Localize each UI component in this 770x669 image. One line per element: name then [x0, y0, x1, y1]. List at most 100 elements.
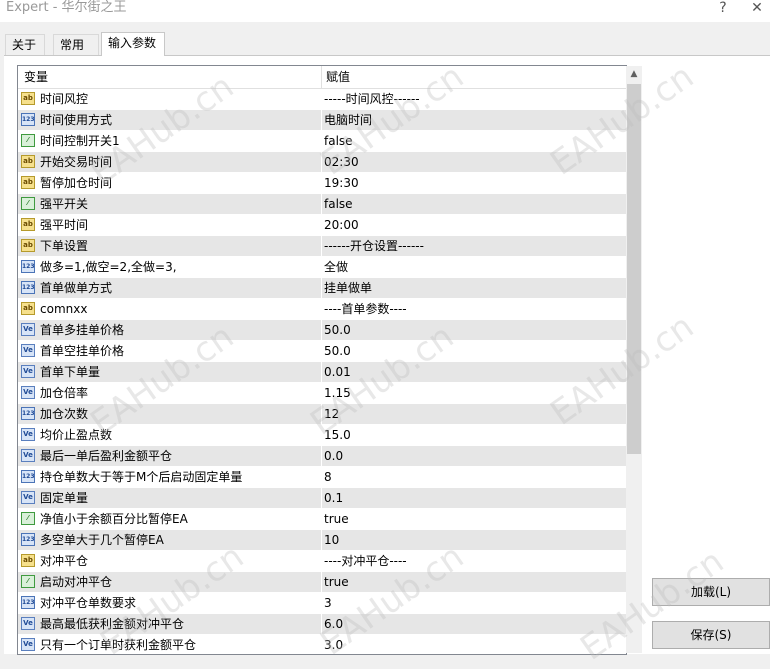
cell-divider: [321, 215, 322, 235]
string-type-icon: ab: [21, 554, 35, 567]
table-row[interactable]: ab 时间风控 -----时间风控------: [18, 89, 626, 110]
parameter-value[interactable]: 1.15: [324, 383, 351, 403]
table-row[interactable]: Ve 首单多挂单价格 50.0: [18, 320, 626, 341]
table-row[interactable]: Ve 只有一个订单时获利金额平仓 3.0: [18, 635, 626, 654]
table-row[interactable]: Ve 最高最低获利金额对冲平仓 6.0: [18, 614, 626, 635]
boolean-type-icon: ⁄: [21, 134, 35, 147]
parameter-value[interactable]: 电脑时间: [324, 110, 372, 130]
boolean-type-icon: ⁄: [21, 197, 35, 210]
parameter-name: 强平时间: [40, 218, 89, 232]
cell-divider: [321, 89, 322, 109]
scrollbar-thumb[interactable]: [627, 84, 641, 454]
table-row[interactable]: Ve 首单下单量 0.01: [18, 362, 626, 383]
integer-type-icon: 123: [21, 533, 35, 546]
double-type-icon: Ve: [21, 617, 35, 630]
table-row[interactable]: 123 多空单大于几个暂停EA 10: [18, 530, 626, 551]
table-row[interactable]: Ve 固定单量 0.1: [18, 488, 626, 509]
tab-common[interactable]: 常用: [53, 34, 99, 55]
parameter-name: 均价止盈点数: [40, 428, 113, 442]
parameter-name: 强平开关: [40, 197, 89, 211]
parameter-value[interactable]: false: [324, 194, 353, 214]
cell-divider: [321, 362, 322, 382]
parameter-value[interactable]: 6.0: [324, 614, 343, 634]
parameter-value[interactable]: 50.0: [324, 341, 351, 361]
cell-divider: [321, 488, 322, 508]
parameter-value[interactable]: 12: [324, 404, 339, 424]
parameter-value[interactable]: -----时间风控------: [324, 89, 420, 109]
boolean-type-icon: ⁄: [21, 512, 35, 525]
cell-divider: [321, 509, 322, 529]
parameter-value[interactable]: 0.0: [324, 446, 343, 466]
double-type-icon: Ve: [21, 323, 35, 336]
table-row[interactable]: Ve 加仓倍率 1.15: [18, 383, 626, 404]
table-row[interactable]: 123 加仓次数 12: [18, 404, 626, 425]
parameter-value[interactable]: 10: [324, 530, 339, 550]
parameter-value[interactable]: ------开仓设置------: [324, 236, 424, 256]
cell-divider: [321, 572, 322, 592]
double-type-icon: Ve: [21, 449, 35, 462]
parameter-name: 首单空挂单价格: [40, 344, 125, 358]
table-row[interactable]: 123 首单做单方式 挂单做单: [18, 278, 626, 299]
parameter-value[interactable]: 15.0: [324, 425, 351, 445]
table-row[interactable]: ⁄ 时间控制开关1 false: [18, 131, 626, 152]
parameter-value[interactable]: 20:00: [324, 215, 359, 235]
tab-about[interactable]: 关于: [5, 34, 45, 55]
table-row[interactable]: ab 强平时间 20:00: [18, 215, 626, 236]
table-row[interactable]: ab 下单设置 ------开仓设置------: [18, 236, 626, 257]
table-row[interactable]: ab comnxx ----首单参数----: [18, 299, 626, 320]
table-row[interactable]: ab 对冲平仓 ----对冲平仓----: [18, 551, 626, 572]
table-row[interactable]: Ve 最后一单后盈利金额平仓 0.0: [18, 446, 626, 467]
parameter-name: 时间风控: [40, 92, 89, 106]
table-row[interactable]: Ve 均价止盈点数 15.0: [18, 425, 626, 446]
table-row[interactable]: ⁄ 启动对冲平仓 true: [18, 572, 626, 593]
parameter-name: 固定单量: [40, 491, 89, 505]
parameter-value[interactable]: 0.01: [324, 362, 351, 382]
parameter-value[interactable]: true: [324, 572, 349, 592]
parameter-value[interactable]: true: [324, 509, 349, 529]
table-row[interactable]: 123 持仓单数大于等于M个后启动固定单量 8: [18, 467, 626, 488]
vertical-scrollbar[interactable]: ▲: [626, 66, 642, 653]
parameter-value[interactable]: 02:30: [324, 152, 359, 172]
parameter-value[interactable]: 50.0: [324, 320, 351, 340]
table-row[interactable]: ab 开始交易时间 02:30: [18, 152, 626, 173]
close-icon[interactable]: ✕: [750, 0, 764, 16]
table-row[interactable]: Ve 首单空挂单价格 50.0: [18, 341, 626, 362]
cell-divider: [321, 635, 322, 654]
parameter-value[interactable]: 3: [324, 593, 332, 613]
cell-divider: [321, 110, 322, 130]
double-type-icon: Ve: [21, 428, 35, 441]
table-row[interactable]: 123 时间使用方式 电脑时间: [18, 110, 626, 131]
tab-bar: 关于 常用 输入参数: [0, 32, 770, 56]
tab-input-parameters[interactable]: 输入参数: [101, 32, 165, 56]
parameter-value[interactable]: 0.1: [324, 488, 343, 508]
integer-type-icon: 123: [21, 281, 35, 294]
double-type-icon: Ve: [21, 638, 35, 651]
parameter-value[interactable]: 3.0: [324, 635, 343, 654]
parameter-name: 下单设置: [40, 239, 89, 253]
double-type-icon: Ve: [21, 491, 35, 504]
save-button[interactable]: 保存(S): [652, 621, 770, 649]
parameter-value[interactable]: ----对冲平仓----: [324, 551, 407, 571]
table-row[interactable]: ⁄ 强平开关 false: [18, 194, 626, 215]
scroll-up-arrow-icon[interactable]: ▲: [626, 66, 642, 83]
column-header-value[interactable]: 赋值: [326, 66, 350, 88]
parameter-name: 加仓次数: [40, 407, 89, 421]
column-divider[interactable]: [321, 66, 322, 88]
cell-divider: [321, 530, 322, 550]
help-button[interactable]: ?: [716, 0, 730, 16]
table-row[interactable]: 123 对冲平仓单数要求 3: [18, 593, 626, 614]
table-row[interactable]: 123 做多=1,做空=2,全做=3, 全做: [18, 257, 626, 278]
table-row[interactable]: ⁄ 净值小于余额百分比暂停EA true: [18, 509, 626, 530]
table-row[interactable]: ab 暂停加仓时间 19:30: [18, 173, 626, 194]
parameter-value[interactable]: 挂单做单: [324, 278, 372, 298]
column-header-variable[interactable]: 变量: [24, 66, 48, 88]
parameter-value[interactable]: 19:30: [324, 173, 359, 193]
parameter-value[interactable]: ----首单参数----: [324, 299, 407, 319]
parameter-value[interactable]: 全做: [324, 257, 348, 277]
load-button[interactable]: 加载(L): [652, 578, 770, 606]
parameter-value[interactable]: false: [324, 131, 353, 151]
parameter-value[interactable]: 8: [324, 467, 332, 487]
cell-divider: [321, 593, 322, 613]
double-type-icon: Ve: [21, 386, 35, 399]
grid-header: 变量 赋值: [18, 66, 626, 89]
